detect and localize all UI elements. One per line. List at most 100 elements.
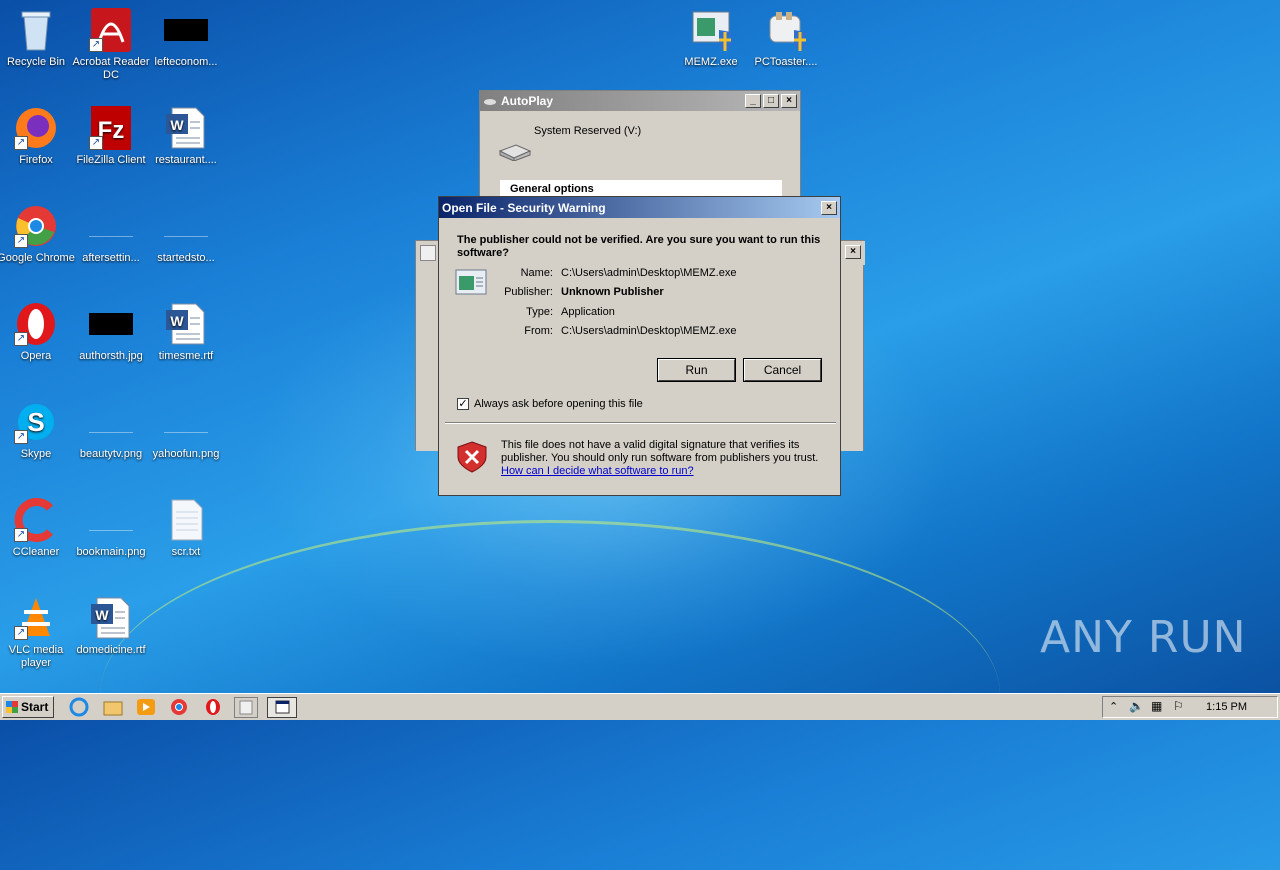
chrome-taskbar-icon[interactable]	[168, 697, 192, 718]
text-file-icon	[164, 498, 208, 542]
desktop-icon-domedicine[interactable]: W domedicine.rtf	[72, 596, 150, 657]
svg-text:W: W	[95, 607, 109, 623]
volume-icon[interactable]: 🔈	[1129, 699, 1144, 713]
security-dialog-taskbar-button[interactable]	[267, 697, 297, 718]
dialog-separator	[445, 422, 836, 424]
desktop-icon-ccleaner[interactable]: ↗ CCleaner	[0, 498, 75, 559]
desktop-icon-label: PCToaster....	[754, 56, 818, 68]
name-label: Name:	[520, 267, 553, 279]
desktop-icon-label: timesme.rtf	[158, 350, 214, 362]
background-window-close-button[interactable]: ×	[845, 245, 861, 259]
drive-label: System Reserved (V:)	[534, 125, 642, 137]
desktop-icon-label: Recycle Bin	[6, 56, 66, 68]
general-options-label: General options	[510, 183, 594, 195]
desktop-icon-label: VLC media player	[8, 644, 64, 669]
svg-text:W: W	[170, 117, 184, 133]
desktop-icon-startedsto[interactable]: startedsto...	[147, 204, 225, 265]
shortcut-arrow-icon: ↗	[14, 430, 28, 444]
anyrun-watermark: ANY RUN	[1040, 612, 1247, 663]
taskbar: Start ⌃ 🔈 ▦ ⚐ 1:15 PM	[0, 693, 1280, 720]
type-value: Application	[561, 306, 615, 318]
firefox-icon: ↗	[14, 106, 58, 150]
network-icon[interactable]: ▦	[1151, 699, 1162, 713]
internet-explorer-taskbar-icon[interactable]	[68, 697, 92, 718]
svg-text:S: S	[27, 407, 44, 437]
dialog-question: The publisher could not be verified. Are…	[457, 234, 821, 259]
java-taskbar-button[interactable]	[234, 697, 258, 718]
autoplay-window[interactable]: AutoPlay _ □ × System Reserved (V:) Gene…	[479, 90, 801, 200]
desktop-icon-label: authorsth.jpg	[79, 350, 143, 362]
show-hidden-icons-icon[interactable]: ⌃	[1109, 700, 1118, 713]
recycle-bin-icon	[14, 8, 58, 52]
always-ask-checkbox[interactable]: ✓	[457, 398, 469, 410]
image-file-icon	[89, 215, 133, 237]
security-warning-dialog[interactable]: Open File - Security Warning × The publi…	[438, 196, 841, 496]
opera-icon: ↗	[14, 302, 58, 346]
clock[interactable]: 1:15 PM	[1206, 701, 1247, 713]
desktop-icon-beautytv[interactable]: beautytv.png	[72, 400, 150, 461]
cancel-button[interactable]: Cancel	[743, 358, 822, 382]
start-button[interactable]: Start	[2, 696, 54, 718]
desktop-icon-restaurant[interactable]: W restaurant....	[147, 106, 225, 167]
name-row: Name: C:\Users\admin\Desktop\MEMZ.exe	[449, 267, 737, 279]
always-ask-label[interactable]: Always ask before opening this file	[474, 398, 643, 410]
desktop-icon-label: beautytv.png	[79, 448, 143, 460]
desktop-icon-vlc[interactable]: ↗ VLC media player	[0, 596, 75, 670]
desktop-icon-label: lefteconom...	[154, 56, 218, 68]
desktop-icon-acrobat[interactable]: ↗ Acrobat Reader DC	[72, 8, 150, 82]
shortcut-arrow-icon: ↗	[14, 234, 28, 248]
desktop-icon-label: Skype	[20, 448, 52, 460]
desktop-icon-bookmain[interactable]: bookmain.png	[72, 498, 150, 559]
desktop-icon-opera[interactable]: ↗ Opera	[0, 302, 75, 363]
shortcut-arrow-icon: ↗	[14, 626, 28, 640]
desktop-icon-firefox[interactable]: ↗ Firefox	[0, 106, 75, 167]
dialog-titlebar[interactable]: Open File - Security Warning ×	[439, 197, 840, 218]
from-row: From: C:\Users\admin\Desktop\MEMZ.exe	[449, 325, 736, 337]
run-button[interactable]: Run	[657, 358, 736, 382]
autoplay-app-icon	[483, 96, 497, 106]
desktop-icon-lefteconom[interactable]: lefteconom...	[147, 8, 225, 69]
desktop-icon-memz[interactable]: MEMZ.exe	[672, 8, 750, 69]
acrobat-icon: ↗	[89, 8, 133, 52]
desktop-icon-label: domedicine.rtf	[76, 644, 146, 656]
decide-software-link[interactable]: How can I decide what software to run?	[501, 465, 694, 477]
skype-icon: S ↗	[14, 400, 58, 444]
toaster-icon	[764, 8, 808, 52]
desktop-icon-label: yahoofun.png	[152, 448, 220, 460]
media-player-taskbar-icon[interactable]	[135, 697, 159, 718]
type-row: Type: Application	[449, 306, 615, 318]
desktop-icon-label: bookmain.png	[76, 546, 146, 558]
image-file-icon	[164, 411, 208, 433]
desktop-icon-skype[interactable]: S ↗ Skype	[0, 400, 75, 461]
explorer-taskbar-icon[interactable]	[102, 697, 126, 718]
close-button[interactable]: ×	[781, 94, 797, 108]
system-tray: ⌃ 🔈 ▦ ⚐ 1:15 PM	[1102, 696, 1278, 718]
desktop-icon-label: Google Chrome	[0, 252, 75, 264]
drive-icon	[498, 141, 532, 164]
desktop-icon-scr[interactable]: scr.txt	[147, 498, 225, 559]
desktop-icon-chrome[interactable]: ↗ Google Chrome	[0, 204, 75, 265]
maximize-button[interactable]: □	[763, 94, 779, 108]
desktop-icon-timesme[interactable]: W timesme.rtf	[147, 302, 225, 363]
desktop-icon-pctoaster[interactable]: PCToaster....	[747, 8, 825, 69]
desktop-icon-label: Opera	[20, 350, 52, 362]
desktop-icon-yahoofun[interactable]: yahoofun.png	[147, 400, 225, 461]
opera-taskbar-icon[interactable]	[202, 697, 226, 718]
autoplay-titlebar[interactable]: AutoPlay _ □ ×	[480, 91, 800, 111]
desktop-icon-filezilla[interactable]: Fz ↗ FileZilla Client	[72, 106, 150, 167]
filezilla-icon: Fz ↗	[89, 106, 133, 150]
publisher-row: Publisher: Unknown Publisher	[449, 286, 664, 298]
desktop-icon-aftersettin[interactable]: aftersettin...	[72, 204, 150, 265]
desktop-icon-authorsth[interactable]: authorsth.jpg	[72, 302, 150, 363]
windows-logo-icon	[6, 701, 18, 713]
minimize-button[interactable]: _	[745, 94, 761, 108]
shortcut-arrow-icon: ↗	[14, 528, 28, 542]
application-icon	[689, 8, 733, 52]
desktop-icon-label: scr.txt	[171, 546, 201, 558]
desktop-icon-recycle-bin[interactable]: Recycle Bin	[0, 8, 75, 69]
dialog-close-button[interactable]: ×	[821, 200, 837, 215]
from-label: From:	[524, 325, 553, 337]
autoplay-title: AutoPlay	[501, 94, 554, 108]
warning-text: This file does not have a valid digital …	[501, 439, 819, 464]
action-center-flag-icon[interactable]: ⚐	[1173, 699, 1184, 713]
